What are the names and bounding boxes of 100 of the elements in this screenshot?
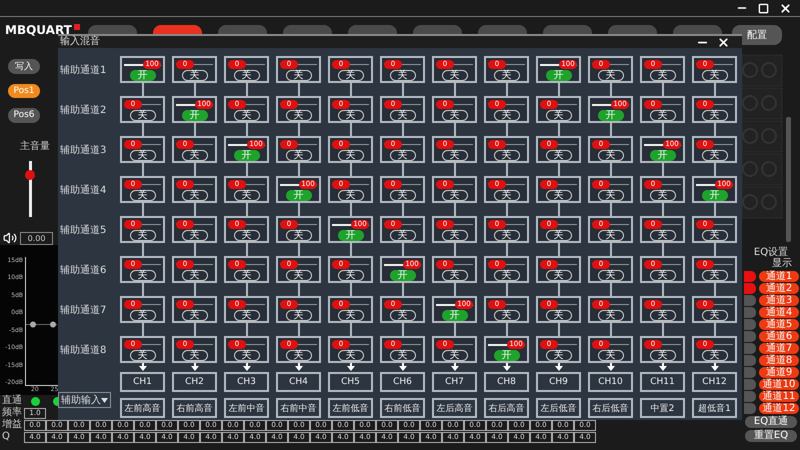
toggle-switch[interactable]: 关 — [286, 150, 312, 161]
toggle-switch[interactable]: 关 — [182, 150, 208, 161]
eq-toggle[interactable] — [744, 331, 756, 342]
toggle-switch[interactable]: 关 — [130, 110, 156, 121]
toggle-switch[interactable]: 开 — [650, 150, 676, 161]
toggle-switch[interactable]: 关 — [546, 110, 572, 121]
toggle-switch[interactable]: 关 — [338, 350, 364, 361]
status-dot[interactable] — [30, 396, 40, 406]
toggle-switch[interactable]: 关 — [234, 350, 260, 361]
toggle-switch[interactable]: 关 — [286, 230, 312, 241]
toggle-switch[interactable]: 关 — [650, 110, 676, 121]
toggle-switch[interactable]: 关 — [650, 70, 676, 81]
channel-button[interactable]: 通道11 — [759, 391, 799, 402]
toggle-switch[interactable]: 关 — [702, 110, 728, 121]
toggle-switch[interactable]: 关 — [130, 270, 156, 281]
channel-button[interactable]: 通道9 — [759, 367, 799, 378]
toggle-switch[interactable]: 关 — [442, 110, 468, 121]
channel-button[interactable]: 通道1 — [759, 271, 799, 282]
maximize-icon[interactable] — [758, 2, 769, 14]
toggle-switch[interactable]: 关 — [338, 110, 364, 121]
write-button[interactable]: 写入 — [8, 59, 40, 74]
toggle-switch[interactable]: 关 — [494, 310, 520, 321]
toggle-switch[interactable]: 关 — [338, 310, 364, 321]
toggle-switch[interactable]: 关 — [182, 350, 208, 361]
toggle-switch[interactable]: 关 — [494, 230, 520, 241]
toggle-switch[interactable]: 开 — [494, 350, 520, 361]
toggle-switch[interactable]: 关 — [598, 310, 624, 321]
volume-value-field[interactable]: 0.00 — [20, 232, 53, 244]
toggle-switch[interactable]: 关 — [234, 230, 260, 241]
eq-toggle[interactable] — [744, 319, 756, 330]
toggle-switch[interactable]: 开 — [546, 70, 572, 81]
toggle-switch[interactable]: 开 — [286, 190, 312, 201]
channel-button[interactable]: 通道8 — [759, 355, 799, 366]
toggle-switch[interactable]: 关 — [494, 110, 520, 121]
toggle-switch[interactable]: 关 — [702, 350, 728, 361]
eq-bypass-button[interactable]: EQ直通 — [745, 416, 797, 428]
channel-button[interactable]: 通道7 — [759, 343, 799, 354]
toggle-switch[interactable]: 关 — [598, 190, 624, 201]
slider-thumb[interactable] — [25, 170, 35, 180]
toggle-switch[interactable]: 关 — [442, 190, 468, 201]
toggle-switch[interactable]: 关 — [286, 350, 312, 361]
toggle-switch[interactable]: 关 — [546, 150, 572, 161]
toggle-switch[interactable]: 关 — [338, 70, 364, 81]
toggle-switch[interactable]: 关 — [702, 310, 728, 321]
toggle-switch[interactable]: 关 — [390, 350, 416, 361]
channel-button[interactable]: 通道6 — [759, 331, 799, 342]
toggle-switch[interactable]: 开 — [130, 70, 156, 81]
toggle-switch[interactable]: 关 — [598, 270, 624, 281]
toggle-switch[interactable]: 关 — [442, 270, 468, 281]
toggle-switch[interactable]: 关 — [338, 270, 364, 281]
toggle-switch[interactable]: 关 — [182, 310, 208, 321]
toggle-switch[interactable]: 关 — [442, 350, 468, 361]
channel-button[interactable]: 通道10 — [759, 379, 799, 390]
close-icon[interactable] — [779, 2, 792, 14]
toggle-switch[interactable]: 关 — [130, 310, 156, 321]
toggle-switch[interactable]: 关 — [182, 70, 208, 81]
toggle-switch[interactable]: 关 — [494, 190, 520, 201]
toggle-switch[interactable]: 关 — [130, 190, 156, 201]
toggle-switch[interactable]: 关 — [546, 310, 572, 321]
close-icon[interactable] — [717, 36, 730, 48]
toggle-switch[interactable]: 关 — [286, 310, 312, 321]
toggle-switch[interactable]: 关 — [650, 350, 676, 361]
toggle-switch[interactable]: 关 — [650, 190, 676, 201]
toggle-switch[interactable]: 关 — [442, 230, 468, 241]
toggle-switch[interactable]: 关 — [494, 150, 520, 161]
toggle-switch[interactable]: 关 — [182, 270, 208, 281]
toggle-switch[interactable]: 开 — [182, 110, 208, 121]
toggle-switch[interactable]: 关 — [442, 150, 468, 161]
toggle-switch[interactable]: 关 — [234, 110, 260, 121]
toggle-switch[interactable]: 关 — [598, 230, 624, 241]
toggle-switch[interactable]: 关 — [130, 230, 156, 241]
toggle-switch[interactable]: 开 — [598, 110, 624, 121]
toggle-switch[interactable]: 开 — [390, 270, 416, 281]
toggle-switch[interactable]: 关 — [702, 230, 728, 241]
toggle-switch[interactable]: 关 — [234, 70, 260, 81]
eq-toggle[interactable] — [744, 271, 756, 282]
toggle-switch[interactable]: 开 — [234, 150, 260, 161]
toggle-switch[interactable]: 开 — [702, 190, 728, 201]
toggle-switch[interactable]: 开 — [338, 230, 364, 241]
toggle-switch[interactable]: 关 — [234, 190, 260, 201]
toggle-switch[interactable]: 关 — [598, 150, 624, 161]
eq-toggle[interactable] — [744, 343, 756, 354]
toggle-switch[interactable]: 关 — [234, 270, 260, 281]
eq-toggle[interactable] — [744, 379, 756, 390]
eq-toggle[interactable] — [744, 403, 756, 414]
toggle-switch[interactable]: 开 — [442, 310, 468, 321]
speaker-icon[interactable] — [3, 231, 17, 245]
toggle-switch[interactable]: 关 — [494, 70, 520, 81]
channel-button[interactable]: 通道4 — [759, 307, 799, 318]
toggle-switch[interactable]: 关 — [182, 230, 208, 241]
toggle-switch[interactable]: 关 — [338, 150, 364, 161]
toggle-switch[interactable]: 关 — [286, 70, 312, 81]
toggle-switch[interactable]: 关 — [546, 350, 572, 361]
toggle-switch[interactable]: 关 — [650, 230, 676, 241]
eq-toggle[interactable] — [744, 367, 756, 378]
toggle-switch[interactable]: 关 — [546, 230, 572, 241]
eq-toggle[interactable] — [744, 295, 756, 306]
eq-toggle[interactable] — [744, 307, 756, 318]
toggle-switch[interactable]: 关 — [598, 350, 624, 361]
toggle-switch[interactable]: 关 — [130, 150, 156, 161]
